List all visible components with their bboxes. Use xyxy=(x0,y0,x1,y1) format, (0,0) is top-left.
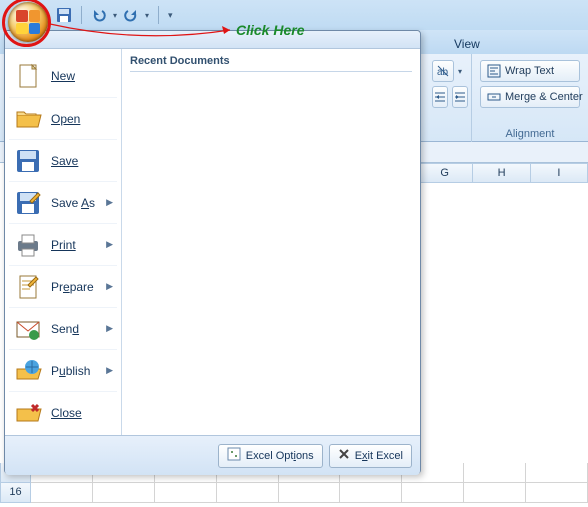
column-header[interactable]: I xyxy=(531,163,588,183)
close-icon xyxy=(13,398,43,428)
send-icon xyxy=(13,314,43,344)
column-header[interactable]: G xyxy=(416,163,473,183)
redo-icon[interactable] xyxy=(123,7,139,23)
save-icon[interactable] xyxy=(56,7,72,23)
options-icon xyxy=(227,447,241,464)
quick-access-toolbar: ▾ ▾ ▾ xyxy=(56,4,173,26)
open-icon xyxy=(13,104,43,134)
dropdown-icon[interactable]: ▾ xyxy=(458,67,462,76)
qat-customize-icon[interactable]: ▾ xyxy=(168,10,173,21)
column-header[interactable]: H xyxy=(473,163,530,183)
tab-view[interactable]: View xyxy=(440,33,494,54)
menu-item-new[interactable]: New xyxy=(9,55,117,97)
indent-increase-button[interactable] xyxy=(452,86,468,108)
menu-label: Publish xyxy=(51,364,90,378)
exit-icon xyxy=(338,448,350,463)
menu-label: Prepare xyxy=(51,280,94,294)
office-menu-header xyxy=(5,31,420,49)
ribbon-group-alignment: Wrap Text Merge & Center Alignment xyxy=(472,54,588,142)
submenu-arrow-icon: ▶ xyxy=(106,197,113,208)
publish-icon xyxy=(13,356,43,386)
excel-options-button[interactable]: Excel Options xyxy=(218,444,323,468)
exit-excel-button[interactable]: Exit Excel xyxy=(329,444,412,468)
title-bar: ▾ ▾ ▾ xyxy=(0,0,588,30)
svg-text:ab: ab xyxy=(437,67,449,78)
submenu-arrow-icon: ▶ xyxy=(106,239,113,250)
merge-icon xyxy=(487,90,501,104)
merge-center-label: Merge & Center xyxy=(505,91,583,103)
prepare-icon xyxy=(13,272,43,302)
menu-item-save[interactable]: Save xyxy=(9,139,117,181)
cell[interactable] xyxy=(340,483,402,503)
wrap-text-label: Wrap Text xyxy=(505,65,554,77)
menu-label: Close xyxy=(51,406,82,420)
menu-item-send[interactable]: Send ▶ xyxy=(9,307,117,349)
undo-icon[interactable] xyxy=(91,7,107,23)
cell[interactable] xyxy=(464,483,526,503)
office-logo-icon xyxy=(16,10,40,34)
cell[interactable] xyxy=(155,483,217,503)
cell[interactable] xyxy=(464,463,526,483)
submenu-arrow-icon: ▶ xyxy=(106,281,113,292)
office-menu-commands: New Open Save Save As ▶ Print ▶ xyxy=(5,49,122,435)
cell[interactable] xyxy=(31,483,93,503)
recent-documents-header: Recent Documents xyxy=(130,55,412,72)
recent-documents-panel: Recent Documents xyxy=(122,49,420,435)
cell[interactable] xyxy=(279,483,341,503)
menu-label: Save As xyxy=(51,196,95,210)
menu-item-prepare[interactable]: Prepare ▶ xyxy=(9,265,117,307)
menu-item-save-as[interactable]: Save As ▶ xyxy=(9,181,117,223)
merge-center-button[interactable]: Merge & Center xyxy=(480,86,580,108)
print-icon xyxy=(13,230,43,260)
menu-item-publish[interactable]: Publish ▶ xyxy=(9,349,117,391)
menu-label: Send xyxy=(51,322,79,336)
save-as-icon xyxy=(13,188,43,218)
orientation-icon: ab xyxy=(436,64,450,78)
menu-item-close[interactable]: Close xyxy=(9,391,117,433)
cell[interactable] xyxy=(526,483,588,503)
redo-dropdown-icon[interactable]: ▾ xyxy=(145,11,149,20)
save-icon xyxy=(13,146,43,176)
office-button[interactable] xyxy=(8,2,48,42)
menu-label: Save xyxy=(51,154,78,168)
indent-decrease-icon xyxy=(433,90,447,104)
submenu-arrow-icon: ▶ xyxy=(106,323,113,334)
wrap-text-button[interactable]: Wrap Text xyxy=(480,60,580,82)
office-menu: New Open Save Save As ▶ Print ▶ xyxy=(4,30,421,474)
menu-item-open[interactable]: Open xyxy=(9,97,117,139)
office-menu-footer: Excel Options Exit Excel xyxy=(5,435,420,475)
menu-label: New xyxy=(51,69,75,83)
new-icon xyxy=(13,61,43,91)
undo-dropdown-icon[interactable]: ▾ xyxy=(113,11,117,20)
indent-decrease-button[interactable] xyxy=(432,86,448,108)
submenu-arrow-icon: ▶ xyxy=(106,365,113,376)
ribbon-group-unknown: ab ▾ xyxy=(424,54,472,142)
menu-label: Print xyxy=(51,238,76,252)
cell[interactable] xyxy=(217,483,279,503)
wrap-text-icon xyxy=(487,64,501,78)
button-label: Excel Options xyxy=(246,450,314,462)
row-header[interactable]: 16 xyxy=(0,483,31,503)
cell[interactable] xyxy=(402,483,464,503)
indent-increase-icon xyxy=(453,90,467,104)
ribbon-group-label: Alignment xyxy=(472,128,588,140)
orientation-button[interactable]: ab xyxy=(432,60,454,82)
menu-label: Open xyxy=(51,112,80,126)
cell[interactable] xyxy=(526,463,588,483)
button-label: Exit Excel xyxy=(355,450,403,462)
menu-item-print[interactable]: Print ▶ xyxy=(9,223,117,265)
cell[interactable] xyxy=(93,483,155,503)
